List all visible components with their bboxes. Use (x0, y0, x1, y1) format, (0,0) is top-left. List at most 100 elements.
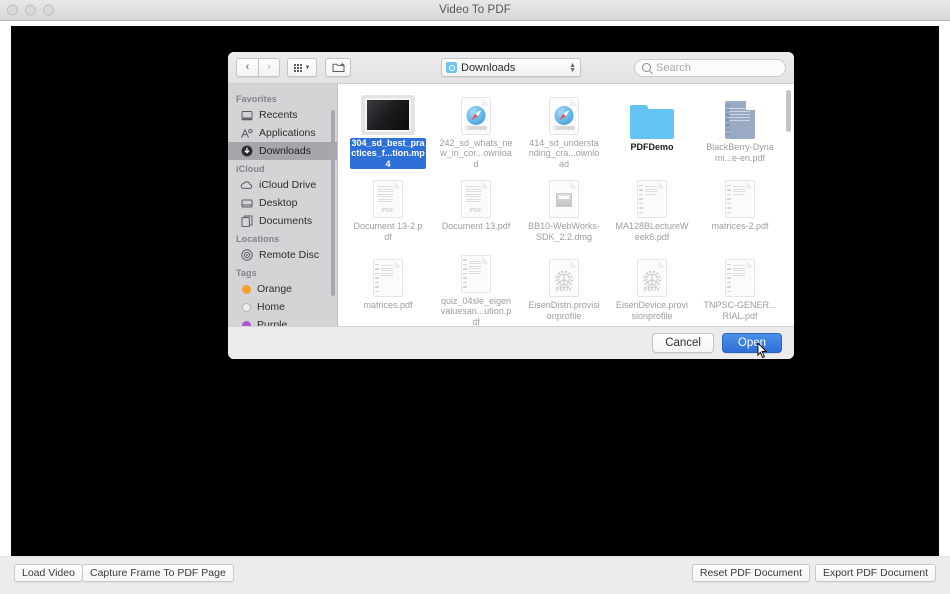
file-item[interactable]: quiz_04sle_eigenvaluesan...ution.pdf (432, 248, 520, 326)
sidebar-scrollbar[interactable] (331, 110, 335, 296)
pdf-spiral-icon (725, 180, 755, 218)
sidebar-item-desktop[interactable]: Desktop (228, 194, 337, 212)
file-pane-scrollbar[interactable] (786, 90, 791, 132)
search-input[interactable] (656, 61, 778, 74)
open-button[interactable]: Open (722, 333, 782, 353)
reset-pdf-button[interactable]: Reset PDF Document (691, 564, 810, 582)
file-item[interactable]: PDF Document 13.pdf (432, 169, 520, 248)
pdf-spiral-icon (637, 180, 667, 218)
search-field[interactable] (634, 58, 786, 77)
window-title: Video To PDF (439, 4, 511, 16)
back-button[interactable]: ‹ (236, 58, 258, 77)
dialog-footer: Cancel Open (228, 326, 794, 359)
forward-button[interactable]: › (258, 58, 280, 77)
sidebar-label: iCloud Drive (259, 179, 317, 191)
app-window: Video To PDF Load Video Capture Frame To… (0, 0, 950, 594)
file-item[interactable]: MA128BLectureWeek6.pdf (608, 169, 696, 248)
file-item[interactable]: 242_sd_whats_new_in_cor...ownload (432, 90, 520, 169)
file-item[interactable]: TNPSC-GENER...RIAL.pdf (696, 248, 784, 326)
minimize-button[interactable] (25, 4, 36, 16)
file-label: Document 13.pdf (441, 221, 511, 231)
file-label: Document 13-2.pdf (353, 221, 423, 242)
sidebar-item-documents[interactable]: Documents (228, 212, 337, 230)
downloads-folder-icon (446, 62, 457, 73)
open-file-dialog: ‹ › ▼ Downloads ▲ ▼ Search Favorites Rec… (228, 52, 794, 359)
file-icon (361, 94, 415, 135)
pdf-spiral-icon (373, 259, 403, 297)
file-label: matrices.pdf (363, 300, 413, 310)
close-button[interactable] (7, 4, 18, 16)
file-label: MA128BLectureWeek6.pdf (615, 221, 689, 242)
sidebar-item-applications[interactable]: Applications (228, 124, 337, 142)
export-pdf-button[interactable]: Export PDF Document (814, 564, 936, 582)
file-icon (725, 173, 755, 218)
file-label: 414_sd_understanding_cra...ownload (528, 137, 600, 169)
downloads-icon (240, 145, 253, 158)
file-icon (725, 94, 755, 139)
disk-image-icon (549, 180, 579, 218)
cancel-button[interactable]: Cancel (652, 333, 714, 353)
file-icon (549, 173, 579, 218)
sidebar-header-locations: Locations (236, 234, 280, 244)
zoom-button[interactable] (43, 4, 54, 16)
sidebar-item-remote-disc[interactable]: Remote Disc (228, 246, 337, 264)
new-folder-button[interactable] (325, 58, 351, 77)
sidebar-item-tag-orange[interactable]: Orange (228, 280, 337, 298)
dialog-toolbar: ‹ › ▼ Downloads ▲ ▼ (228, 52, 794, 84)
file-item[interactable]: PDF Document 13-2.pdf (344, 169, 432, 248)
file-browser-pane: 304_sd_best_practices_f...tion.mp4 242_s… (338, 84, 794, 326)
sidebar-header-icloud: iCloud (236, 164, 265, 174)
sidebar-item-icloud-drive[interactable]: iCloud Drive (228, 176, 337, 194)
title-bar: Video To PDF (0, 0, 950, 21)
file-icon (461, 94, 491, 135)
sidebar-item-tag-home[interactable]: Home (228, 298, 337, 316)
file-label: EisenDevice.provisionprofile (615, 300, 689, 321)
sidebar-item-tag-purple[interactable]: Purple (228, 316, 337, 326)
file-label: EisenDistri.provisionprofile (528, 300, 600, 321)
sidebar-label: Orange (257, 283, 293, 295)
file-grid: 304_sd_best_practices_f...tion.mp4 242_s… (338, 84, 794, 326)
bottom-toolbar: Load Video Capture Frame To PDF Page Res… (0, 556, 950, 594)
file-item[interactable]: matrices-2.pdf (696, 169, 784, 248)
chevron-down-icon: ▼ (304, 64, 311, 71)
pdf-spiral-icon (725, 259, 755, 297)
pdf-doc-icon: PDF (461, 180, 491, 218)
load-video-button[interactable]: Load Video (14, 564, 83, 582)
safari-download-icon (461, 96, 491, 135)
file-label: BlackBerry-Dynami...e-en.pdf (706, 142, 774, 163)
disc-icon (240, 249, 253, 262)
file-icon (725, 252, 755, 297)
view-options-button[interactable]: ▼ (287, 58, 317, 77)
pdf-blue-icon (725, 101, 755, 139)
sidebar-item-downloads[interactable]: Downloads (228, 142, 337, 160)
provisioning-profile-icon: PROV (549, 259, 579, 297)
file-label: 304_sd_best_practices_f...tion.mp4 (350, 137, 426, 169)
file-item[interactable]: matrices.pdf (344, 248, 432, 326)
path-popup-button[interactable]: Downloads ▲ ▼ (441, 58, 581, 77)
file-label: 242_sd_whats_new_in_cor...ownload (439, 137, 513, 169)
dialog-sidebar: Favorites Recents Applications Downloads… (228, 84, 338, 326)
file-item[interactable]: BB10-WebWorks-SDK_2.2.dmg (520, 169, 608, 248)
pdf-doc-icon: PDF (373, 180, 403, 218)
documents-icon (240, 215, 253, 228)
file-item[interactable]: 414_sd_understanding_cra...ownload (520, 90, 608, 169)
capture-frame-button[interactable]: Capture Frame To PDF Page (82, 564, 234, 582)
file-label: TNPSC-GENER...RIAL.pdf (703, 300, 777, 321)
file-icon (373, 252, 403, 297)
file-label: PDFDemo (630, 142, 674, 152)
file-icon: PROV (637, 252, 667, 297)
traffic-light-buttons[interactable] (7, 4, 54, 16)
desktop-icon (240, 197, 253, 210)
file-item[interactable]: 304_sd_best_practices_f...tion.mp4 (344, 90, 432, 169)
chevron-right-icon: › (267, 61, 271, 73)
file-icon (461, 252, 491, 293)
file-item[interactable]: PROV EisenDistri.provisionprofile (520, 248, 608, 326)
search-icon (642, 63, 651, 72)
sidebar-item-recents[interactable]: Recents (228, 106, 337, 124)
file-item[interactable]: PROV EisenDevice.provisionprofile (608, 248, 696, 326)
sidebar-label: Downloads (259, 145, 311, 157)
pdf-spiral-icon (461, 254, 491, 293)
sidebar-label: Applications (259, 127, 316, 139)
file-item[interactable]: BlackBerry-Dynami...e-en.pdf (696, 90, 784, 169)
file-item[interactable]: PDFDemo (608, 90, 696, 169)
